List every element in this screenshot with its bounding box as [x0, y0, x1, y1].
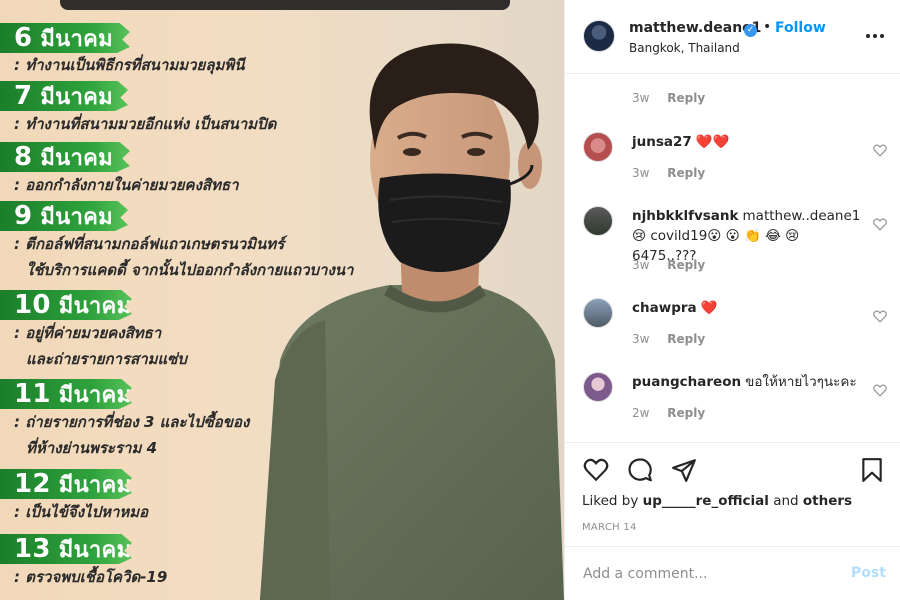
commenter-avatar[interactable] [583, 298, 613, 328]
like-comment-heart-icon[interactable] [873, 218, 887, 231]
ribbon-month: มีนาคม [58, 473, 132, 498]
comment-item: junsa27 ❤️❤️ 3w Reply [565, 128, 900, 190]
ribbon-day: 6 [14, 23, 33, 53]
header-separator: • [763, 19, 772, 35]
comment-meta: 3w Reply [632, 258, 705, 272]
likes-and: and [768, 493, 803, 509]
ribbon-day: 8 [14, 142, 33, 172]
ribbon-day: 9 [14, 201, 33, 231]
date-ribbon: 6 มีนาคม [0, 23, 130, 53]
comment-text: ❤️❤️ [695, 134, 730, 150]
share-plane-icon[interactable] [671, 457, 697, 483]
like-comment-heart-icon[interactable] [873, 310, 887, 323]
comment-bubble-icon[interactable] [627, 457, 653, 483]
post-header: matthew.deane1 ✓ • Follow Bangkok, Thail… [565, 0, 900, 74]
comment-username[interactable]: chawpra [632, 300, 697, 316]
author-avatar[interactable] [583, 20, 615, 52]
comment-item: chawpra ❤️ 3w Reply [565, 294, 900, 356]
like-heart-icon[interactable] [583, 457, 609, 483]
follow-button[interactable]: Follow [775, 20, 826, 36]
reply-button[interactable]: Reply [667, 166, 705, 180]
comment-body: njhbkklfvsank matthew..deane1😢 covild19😮 … [632, 206, 860, 266]
like-comment-heart-icon[interactable] [873, 384, 887, 397]
post-actions: Liked by up_____re_official and others M… [565, 442, 900, 546]
likes-others[interactable]: others [803, 493, 852, 509]
date-ribbon: 11 มีนาคม [0, 379, 132, 409]
ribbon-day: 10 [14, 290, 51, 320]
ribbon-month: มีนาคม [58, 294, 132, 319]
ribbon-month: มีนาคม [40, 85, 113, 110]
reply-button[interactable]: Reply [667, 258, 705, 272]
post-comment-button[interactable]: Post [851, 565, 886, 581]
commenter-avatar[interactable] [583, 206, 613, 236]
comments-list[interactable]: 3w Reply junsa27 ❤️❤️ 3w Reply njhbkklfvs… [565, 74, 900, 442]
commenter-avatar[interactable] [583, 132, 613, 162]
ribbon-month: มีนาคม [40, 205, 113, 230]
reply-button[interactable]: Reply [667, 91, 705, 105]
author-username[interactable]: matthew.deane1 [629, 20, 761, 36]
person-photo [240, 0, 564, 600]
comment-time: 3w [632, 166, 650, 180]
comment-item: 3w Reply [565, 74, 900, 110]
comment-meta: 3w Reply [632, 91, 705, 105]
reply-button[interactable]: Reply [667, 406, 705, 420]
ribbon-day: 7 [14, 81, 33, 111]
comment-time: 3w [632, 332, 650, 346]
date-ribbon: 10 มีนาคม [0, 290, 132, 320]
comment-username[interactable]: njhbkklfvsank [632, 208, 739, 224]
comment-item: puangchareon ขอให้หายไวๆนะคะ 2w Reply [565, 368, 900, 430]
ribbon-month: มีนาคม [58, 383, 132, 408]
post-image[interactable]: 6 มีนาคม : ทำงานเป็นพิธีกรที่สนามมวยลุมพ… [0, 0, 564, 600]
like-comment-heart-icon[interactable] [873, 144, 887, 157]
date-ribbon: 13 มีนาคม [0, 534, 132, 564]
date-ribbon: 7 มีนาคม [0, 81, 128, 111]
verified-badge-icon: ✓ [744, 24, 757, 37]
comment-body: puangchareon ขอให้หายไวๆนะคะ [632, 372, 858, 392]
likes-summary: Liked by up_____re_official and others [582, 493, 852, 509]
comment-text: ❤️ [700, 300, 718, 316]
comment-item: njhbkklfvsank matthew..deane1😢 covild19😮 … [565, 202, 900, 286]
date-ribbon: 9 มีนาคม [0, 201, 128, 231]
comment-body: chawpra ❤️ [632, 298, 858, 318]
ribbon-day: 12 [14, 469, 51, 499]
comment-meta: 2w Reply [632, 406, 705, 420]
person-illustration [260, 43, 564, 600]
more-options-icon[interactable] [863, 26, 887, 46]
ribbon-month: มีนาคม [40, 146, 113, 171]
comment-body: junsa27 ❤️❤️ [632, 132, 858, 152]
ribbon-day: 11 [14, 379, 51, 409]
comment-time: 3w [632, 91, 650, 105]
comment-username[interactable]: junsa27 [632, 134, 692, 150]
ribbon-day: 13 [14, 534, 51, 564]
ribbon-month: มีนาคม [40, 27, 113, 52]
post-location[interactable]: Bangkok, Thailand [629, 41, 740, 55]
post-date[interactable]: MARCH 14 [582, 522, 637, 533]
likes-user[interactable]: up_____re_official [643, 493, 769, 509]
reply-button[interactable]: Reply [667, 332, 705, 346]
comment-time: 2w [632, 406, 650, 420]
add-comment-input[interactable] [583, 563, 833, 585]
add-comment-bar: Post [565, 546, 900, 600]
likes-prefix: Liked by [582, 493, 643, 509]
post-sidebar: matthew.deane1 ✓ • Follow Bangkok, Thail… [564, 0, 900, 600]
comment-meta: 3w Reply [632, 166, 705, 180]
comment-text: ขอให้หายไวๆนะคะ [745, 374, 857, 390]
save-bookmark-icon[interactable] [859, 457, 885, 483]
ribbon-month: มีนาคม [58, 538, 132, 563]
date-ribbon: 8 มีนาคม [0, 142, 130, 172]
comment-time: 3w [632, 258, 650, 272]
commenter-avatar[interactable] [583, 372, 613, 402]
comment-meta: 3w Reply [632, 332, 705, 346]
date-ribbon: 12 มีนาคม [0, 469, 132, 499]
comment-username[interactable]: puangchareon [632, 374, 741, 390]
